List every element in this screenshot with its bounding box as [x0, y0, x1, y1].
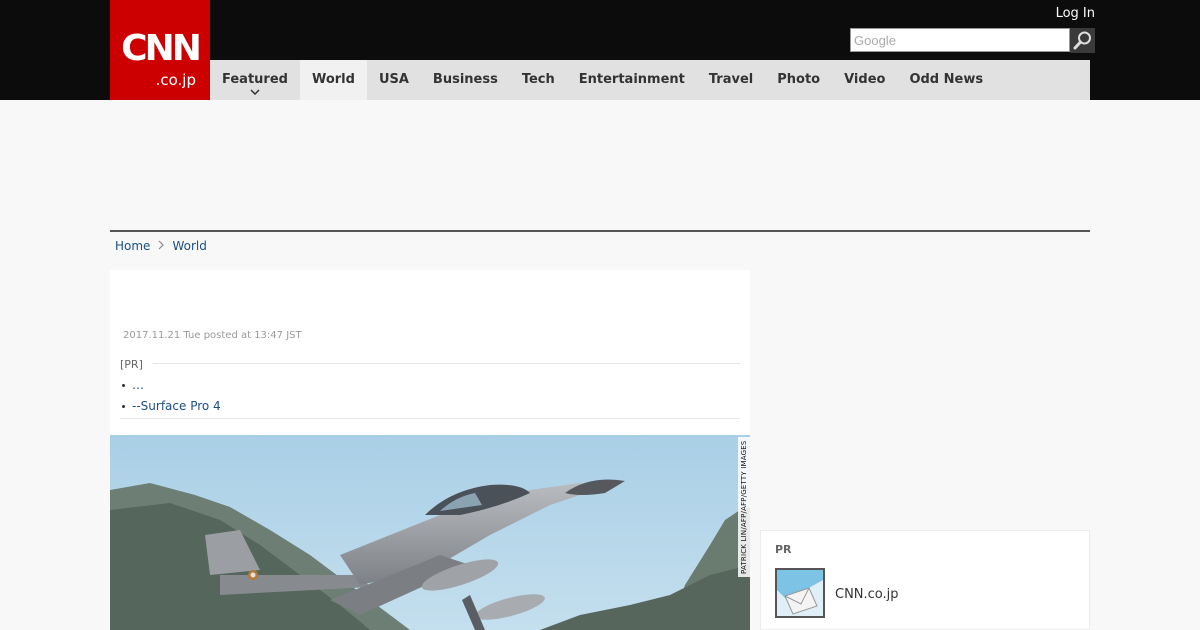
- breadcrumb-home[interactable]: Home: [115, 238, 150, 254]
- nav-label: Video: [844, 72, 886, 87]
- pr-link-1[interactable]: …: [132, 377, 144, 393]
- pr-label: [PR]: [120, 358, 143, 371]
- breadcrumb-world[interactable]: World: [172, 238, 206, 254]
- pr-links-box: [PR] … --Surface Pro 4: [120, 358, 740, 414]
- login-link[interactable]: Log In: [1056, 6, 1095, 22]
- posted-date: 2017.11.21 Tue posted at 13:47 JST: [123, 330, 302, 341]
- bullet-icon: [122, 383, 125, 387]
- nav-label: Photo: [777, 72, 821, 87]
- logo-domain: .co.jp: [155, 71, 196, 89]
- article-photo-fighter-jet: [110, 435, 750, 630]
- nav-label: Odd News: [909, 72, 984, 87]
- search-button[interactable]: [1070, 28, 1095, 53]
- pr-bottom-rule: [120, 418, 740, 419]
- nav-label: USA: [378, 72, 409, 87]
- sidebar-pr-link[interactable]: CNN.co.jp: [835, 587, 899, 603]
- nav-video[interactable]: Video: [832, 60, 897, 100]
- pr-rule: [153, 363, 740, 364]
- photo-credit: PATRICK LIN/AFP/AFP/GETTY IMAGES: [738, 437, 750, 577]
- nav-label: Entertainment: [578, 72, 685, 87]
- nav-featured[interactable]: Featured: [210, 60, 300, 100]
- section-divider: [110, 230, 1090, 232]
- sidebar-pr-label: PR: [775, 543, 792, 556]
- nav-label: Travel: [708, 72, 754, 87]
- nav-label: World: [311, 72, 355, 87]
- nav-tech[interactable]: Tech: [510, 60, 567, 100]
- pr-header: [PR]: [120, 358, 740, 372]
- search-input[interactable]: [850, 28, 1070, 52]
- pr-link-2[interactable]: --Surface Pro 4: [132, 398, 221, 414]
- sidebar-pr-box: PR CNN.co.jp: [760, 530, 1090, 630]
- nav-label: Featured: [222, 72, 288, 87]
- nav-label: Tech: [521, 72, 555, 87]
- pr-link-item: …: [120, 377, 740, 393]
- cnn-logo[interactable]: CNN .co.jp: [110, 0, 210, 100]
- chevron-right-icon: [158, 238, 165, 254]
- nav-travel[interactable]: Travel: [697, 60, 765, 100]
- nav-odd-news[interactable]: Odd News: [897, 60, 995, 100]
- magnifier-icon: [1073, 31, 1091, 50]
- article-card: 2017.11.21 Tue posted at 13:47 JST [PR] …: [110, 270, 750, 630]
- nav-business[interactable]: Business: [421, 60, 510, 100]
- main-nav: Featured World USA Business Tech Enterta…: [210, 60, 1090, 100]
- mail-thumbnail-icon[interactable]: [775, 568, 825, 618]
- breadcrumb: Home World: [115, 238, 207, 254]
- pr-link-item: --Surface Pro 4: [120, 398, 740, 414]
- chevron-down-icon: [210, 88, 300, 96]
- nav-world[interactable]: World: [299, 60, 367, 100]
- nav-entertainment[interactable]: Entertainment: [567, 60, 697, 100]
- nav-label: Business: [432, 72, 498, 87]
- nav-photo[interactable]: Photo: [765, 60, 832, 100]
- logo-text: CNN: [121, 28, 202, 69]
- bullet-icon: [122, 404, 125, 408]
- nav-usa[interactable]: USA: [367, 60, 421, 100]
